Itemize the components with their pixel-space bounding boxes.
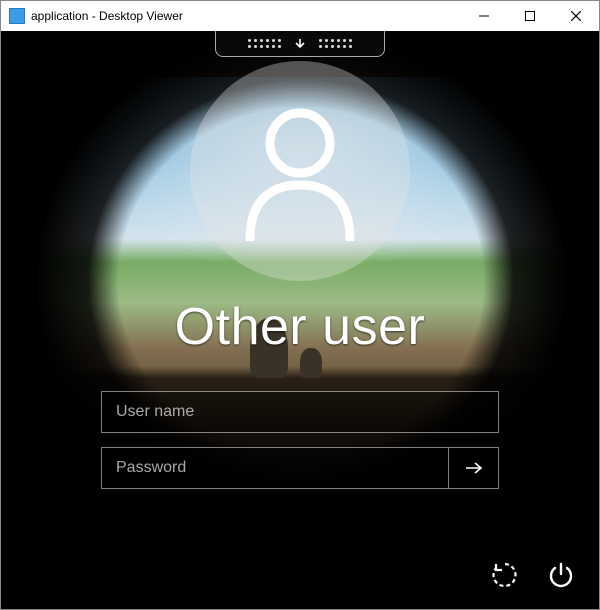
maximize-icon xyxy=(525,11,535,21)
remote-desktop-viewport: Other user xyxy=(1,31,599,609)
password-input[interactable] xyxy=(102,448,448,488)
app-window: application - Desktop Viewer xyxy=(0,0,600,610)
window-title: application - Desktop Viewer xyxy=(31,9,461,23)
submit-login-button[interactable] xyxy=(448,448,498,488)
minimize-button[interactable] xyxy=(461,1,507,31)
connect-icon xyxy=(490,560,520,590)
app-icon xyxy=(9,8,25,24)
login-form xyxy=(101,391,499,503)
power-icon xyxy=(546,560,576,590)
close-icon xyxy=(571,11,581,21)
minimize-icon xyxy=(479,11,489,21)
arrow-right-icon xyxy=(463,457,485,479)
username-input[interactable] xyxy=(102,392,498,432)
username-field-wrap xyxy=(101,391,499,433)
network-or-ease-button[interactable] xyxy=(487,557,523,593)
window-controls xyxy=(461,1,599,31)
password-field-wrap xyxy=(101,447,499,489)
maximize-button[interactable] xyxy=(507,1,553,31)
user-avatar xyxy=(190,61,410,281)
login-panel: Other user xyxy=(1,43,599,503)
window-titlebar[interactable]: application - Desktop Viewer xyxy=(1,1,599,31)
power-button[interactable] xyxy=(543,557,579,593)
account-label: Other user xyxy=(175,297,426,357)
user-icon xyxy=(235,101,365,241)
lockscreen-controls xyxy=(487,557,579,593)
close-button[interactable] xyxy=(553,1,599,31)
